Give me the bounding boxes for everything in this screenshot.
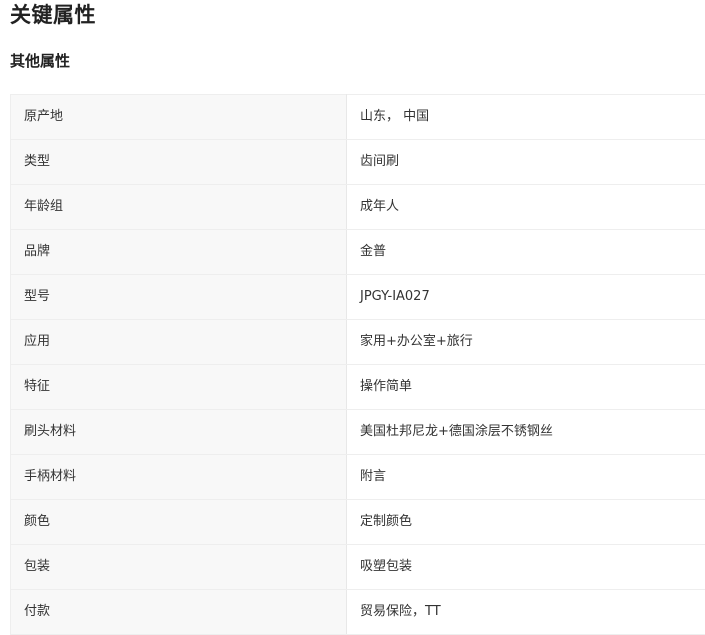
table-row: 手柄材料 附言 — [11, 455, 705, 500]
attribute-name: 包装 — [11, 545, 347, 590]
attribute-value: 山东， 中国 — [347, 95, 705, 140]
attribute-value: JPGY-IA027 — [347, 275, 705, 320]
attribute-value: 定制颜色 — [347, 500, 705, 545]
attribute-value: 贸易保险，TT — [347, 590, 705, 635]
table-row: 型号 JPGY-IA027 — [11, 275, 705, 320]
attribute-name: 颜色 — [11, 500, 347, 545]
page-title: 关键属性 — [10, 2, 96, 28]
table-row: 原产地 山东， 中国 — [11, 95, 705, 140]
table-row: 类型 齿间刷 — [11, 140, 705, 185]
attributes-table: 原产地 山东， 中国 类型 齿间刷 年龄组 成年人 品牌 金普 型号 JPGY-… — [10, 94, 705, 635]
attribute-name: 型号 — [11, 275, 347, 320]
attribute-name: 类型 — [11, 140, 347, 185]
attribute-name: 刷头材料 — [11, 410, 347, 455]
attribute-value: 美国杜邦尼龙+德国涂层不锈钢丝 — [347, 410, 705, 455]
table-row: 应用 家用+办公室+旅行 — [11, 320, 705, 365]
attribute-name: 应用 — [11, 320, 347, 365]
section-title: 其他属性 — [10, 51, 70, 71]
table-row: 特征 操作简单 — [11, 365, 705, 410]
attribute-value: 家用+办公室+旅行 — [347, 320, 705, 365]
attribute-name: 年龄组 — [11, 185, 347, 230]
attribute-name: 原产地 — [11, 95, 347, 140]
attribute-value: 操作简单 — [347, 365, 705, 410]
attribute-value: 成年人 — [347, 185, 705, 230]
attribute-value: 金普 — [347, 230, 705, 275]
table-row: 包装 吸塑包装 — [11, 545, 705, 590]
attribute-name: 品牌 — [11, 230, 347, 275]
attribute-name: 付款 — [11, 590, 347, 635]
table-row: 颜色 定制颜色 — [11, 500, 705, 545]
table-row: 付款 贸易保险，TT — [11, 590, 705, 635]
attribute-value: 附言 — [347, 455, 705, 500]
product-attributes-page: 关键属性 其他属性 原产地 山东， 中国 类型 齿间刷 年龄组 成年人 品牌 金… — [0, 0, 705, 631]
attribute-name: 手柄材料 — [11, 455, 347, 500]
table-row: 刷头材料 美国杜邦尼龙+德国涂层不锈钢丝 — [11, 410, 705, 455]
table-row: 年龄组 成年人 — [11, 185, 705, 230]
table-row: 品牌 金普 — [11, 230, 705, 275]
attribute-name: 特征 — [11, 365, 347, 410]
attribute-value: 吸塑包装 — [347, 545, 705, 590]
attribute-value: 齿间刷 — [347, 140, 705, 185]
